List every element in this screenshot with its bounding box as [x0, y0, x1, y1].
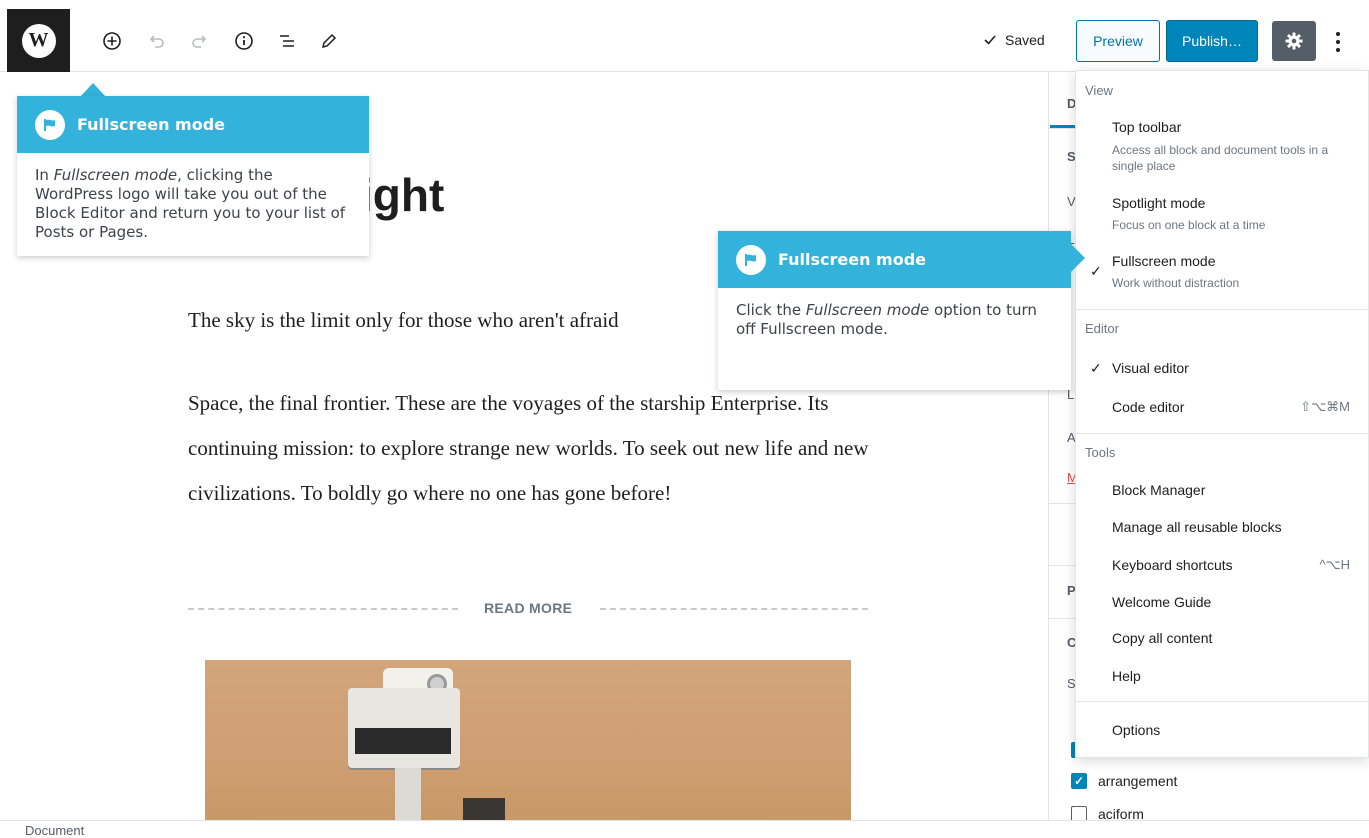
read-more-label: READ MORE — [484, 600, 573, 616]
publish-button[interactable]: Publish… — [1166, 20, 1258, 62]
menu-item-label: Code editor — [1112, 399, 1185, 415]
saved-label: Saved — [1005, 32, 1045, 48]
more-dot-icon — [1336, 32, 1340, 36]
category-checkbox[interactable]: ✓ — [1071, 773, 1087, 789]
more-dot-icon — [1336, 48, 1340, 52]
wordpress-logo-icon: W — [21, 23, 56, 58]
more-dot-icon — [1336, 40, 1340, 44]
edit-pencil-icon[interactable] — [318, 30, 340, 52]
menu-item-label: Keyboard shortcuts — [1112, 557, 1233, 573]
tooltip-header: Fullscreen mode — [718, 231, 1071, 288]
menu-heading-tools: Tools — [1085, 445, 1116, 460]
settings-button[interactable] — [1272, 21, 1316, 61]
image-block[interactable] — [205, 660, 851, 820]
menu-item-label: Spotlight mode — [1112, 195, 1206, 211]
tooltip-arrow — [80, 83, 106, 97]
tooltip-title: Fullscreen mode — [778, 250, 927, 269]
divider — [600, 608, 868, 610]
checkmark-icon — [984, 35, 996, 45]
post-title[interactable]: ight — [360, 168, 444, 222]
redo-icon[interactable] — [189, 30, 211, 52]
preview-button[interactable]: Preview — [1076, 20, 1160, 62]
menu-item-description: Access all block and document tools in a… — [1112, 143, 1329, 173]
menu-item-description: Work without distraction — [1112, 276, 1240, 290]
menu-item-help[interactable]: Help — [1112, 668, 1141, 684]
menu-item-copy-all-content[interactable]: Copy all content — [1112, 630, 1212, 646]
menu-divider — [1076, 701, 1368, 702]
tooltip-title: Fullscreen mode — [77, 115, 226, 134]
divider — [188, 608, 458, 610]
keyboard-shortcut: ⇧⌥⌘M — [1300, 399, 1350, 414]
menu-item-reusable-blocks[interactable]: Manage all reusable blocks — [1112, 519, 1282, 535]
menu-heading-view: View — [1085, 83, 1113, 98]
fullscreen-tooltip-logo: Fullscreen mode In Fullscreen mode, clic… — [17, 96, 369, 256]
undo-icon[interactable] — [145, 30, 167, 52]
block-navigation-icon[interactable] — [276, 30, 298, 52]
menu-item-block-manager[interactable]: Block Manager — [1112, 482, 1205, 498]
tooltip-arrow — [1071, 244, 1085, 272]
wordpress-logo-button[interactable]: W — [7, 9, 70, 72]
paragraph-block[interactable]: Space, the final frontier. These are the… — [188, 381, 878, 516]
top-toolbar: W Saved Preview Publish… — [0, 0, 1369, 72]
check-icon: ✓ — [1090, 263, 1102, 279]
paragraph-block[interactable]: The sky is the limit only for those who … — [188, 308, 728, 333]
menu-item-label: Visual editor — [1112, 360, 1189, 376]
menu-divider — [1076, 309, 1368, 310]
block-breadcrumb: Document — [0, 820, 1369, 838]
menu-item-description: Focus on one block at a time — [1112, 218, 1266, 232]
saved-status: Saved — [983, 32, 1045, 48]
rover-mast — [395, 768, 421, 820]
menu-item-label: Fullscreen mode — [1112, 253, 1216, 269]
menu-divider — [1076, 433, 1368, 434]
flag-icon — [35, 109, 65, 140]
menu-item-options[interactable]: Options — [1112, 722, 1160, 738]
rock — [463, 798, 505, 820]
menu-item-welcome-guide[interactable]: Welcome Guide — [1112, 594, 1211, 610]
category-label: arrangement — [1098, 773, 1178, 789]
more-tools-button[interactable] — [1326, 22, 1350, 62]
tooltip-header: Fullscreen mode — [17, 96, 369, 153]
keyboard-shortcut: ^⌥H — [1319, 557, 1350, 572]
fullscreen-tooltip-menu: Fullscreen mode Click the Fullscreen mod… — [718, 231, 1071, 390]
info-icon[interactable] — [233, 30, 255, 52]
menu-heading-editor: Editor — [1085, 321, 1119, 336]
more-tools-menu: View Top toolbar Access all block and do… — [1075, 70, 1369, 758]
tooltip-body: In Fullscreen mode, clicking the WordPre… — [35, 166, 346, 241]
flag-icon — [736, 244, 766, 275]
tooltip-body: Click the Fullscreen mode option to turn… — [736, 301, 1037, 338]
breadcrumb-document[interactable]: Document — [25, 823, 84, 838]
check-icon: ✓ — [1090, 360, 1102, 376]
menu-item-label: Top toolbar — [1112, 119, 1182, 135]
gear-icon — [1285, 32, 1303, 50]
read-more-block[interactable]: READ MORE — [188, 598, 868, 618]
rover-cameras — [355, 728, 451, 754]
add-block-icon[interactable] — [101, 30, 123, 52]
